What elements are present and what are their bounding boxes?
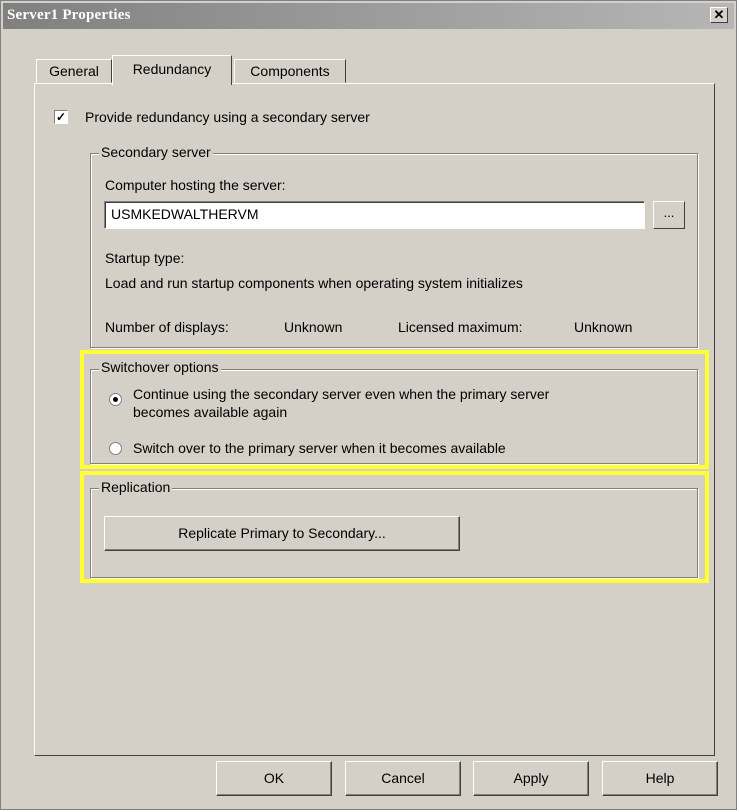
tab-redundancy[interactable]: Redundancy: [112, 55, 232, 85]
host-label: Computer hosting the server:: [105, 177, 286, 193]
displays-label: Number of displays:: [105, 319, 229, 335]
tab-redundancy-label: Redundancy: [132, 61, 212, 77]
title-bar[interactable]: Server1 Properties ✕: [3, 3, 734, 29]
apply-button[interactable]: Apply: [473, 761, 589, 796]
tab-components[interactable]: Components: [234, 59, 346, 83]
dialog-title: Server1 Properties: [7, 7, 131, 23]
ok-button[interactable]: OK: [216, 761, 332, 796]
displays-value: Unknown: [284, 319, 343, 335]
check-icon: ✓: [55, 110, 67, 124]
help-button[interactable]: Help: [602, 761, 718, 796]
redundancy-checkbox-label[interactable]: Provide redundancy using a secondary ser…: [85, 109, 370, 125]
close-icon: ✕: [713, 7, 725, 22]
startup-type-value: Load and run startup components when ope…: [105, 275, 523, 291]
tab-components-label: Components: [250, 63, 330, 79]
properties-dialog: Server1 Properties ✕ General Redundancy …: [0, 0, 737, 810]
switchover-highlight: [80, 350, 709, 469]
secondary-server-legend: Secondary server: [99, 144, 213, 160]
host-input[interactable]: USMKEDWALTHERVM: [104, 201, 645, 229]
licensed-value: Unknown: [574, 319, 633, 335]
replication-highlight: [80, 471, 709, 583]
tab-general-label: General: [49, 63, 99, 79]
licensed-label: Licensed maximum:: [398, 319, 523, 335]
cancel-button[interactable]: Cancel: [345, 761, 461, 796]
browse-button[interactable]: ...: [653, 201, 685, 229]
close-button[interactable]: ✕: [710, 7, 728, 23]
redundancy-checkbox[interactable]: ✓: [54, 110, 68, 124]
startup-type-label: Startup type:: [105, 250, 185, 266]
tab-general[interactable]: General: [36, 59, 112, 83]
